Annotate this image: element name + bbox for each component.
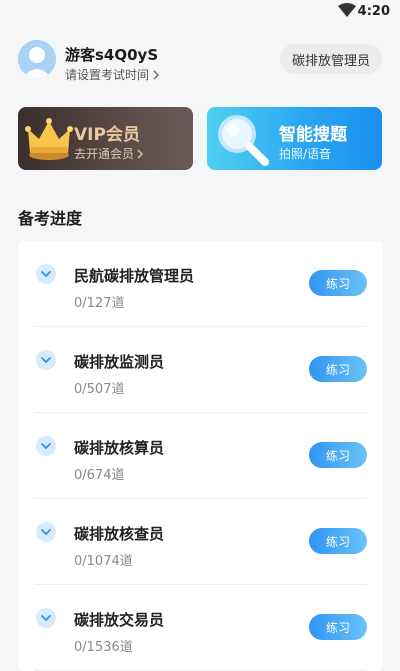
practice-button[interactable]: 练习 [309, 356, 367, 382]
status-time: 4:20 [357, 4, 390, 19]
list-item[interactable]: 民航碳排放管理员 0/127道 练习 [34, 241, 367, 327]
crown-icon [25, 118, 73, 160]
course-list: 民航碳排放管理员 0/127道 练习 碳排放监测员 0/507道 练习 碳排放核… [18, 241, 383, 671]
user-avatar-icon [18, 40, 56, 78]
course-name: 碳排放监测员 [74, 353, 165, 371]
list-item[interactable]: 碳排放监测员 0/507道 练习 [34, 327, 367, 413]
smart-search-title: 智能搜题 [279, 125, 347, 145]
expand-toggle[interactable] [36, 350, 56, 370]
course-progress: 0/674道 [74, 468, 125, 483]
role-select-button[interactable]: 碳排放管理员 [279, 44, 382, 74]
course-name: 碳排放核算员 [74, 439, 165, 457]
username: 游客s4Q0yS [65, 46, 159, 64]
magnifier-icon [218, 115, 269, 166]
chevron-down-icon [41, 529, 51, 536]
chevron-down-icon [41, 615, 51, 622]
feature-cards: VIP会员 去开通会员 智能搜题 拍照/语音 [0, 107, 400, 171]
chevron-right-icon [153, 70, 160, 79]
smart-search-card[interactable]: 智能搜题 拍照/语音 [207, 107, 382, 170]
vip-card[interactable]: VIP会员 去开通会员 [18, 107, 193, 170]
chevron-down-icon [41, 357, 51, 364]
expand-toggle[interactable] [36, 436, 56, 456]
practice-button[interactable]: 练习 [309, 442, 367, 468]
practice-button[interactable]: 练习 [309, 270, 367, 296]
vip-subtitle: 去开通会员 [74, 147, 135, 161]
list-item[interactable]: 碳排放核查员 0/1074道 练习 [34, 499, 367, 585]
course-name: 碳排放核查员 [74, 525, 165, 543]
course-progress: 0/1074道 [74, 554, 133, 569]
profile-header: 游客s4Q0yS 请设置考试时间 碳排放管理员 [0, 40, 400, 96]
expand-toggle[interactable] [36, 522, 56, 542]
section-title: 备考进度 [18, 209, 83, 228]
avatar[interactable] [18, 40, 56, 78]
course-progress: 0/127道 [74, 296, 125, 311]
exam-time-link[interactable]: 请设置考试时间 [65, 66, 160, 83]
practice-button[interactable]: 练习 [309, 614, 367, 640]
chevron-down-icon [41, 271, 51, 278]
chevron-right-icon [137, 149, 144, 158]
chevron-down-icon [41, 443, 51, 450]
smart-search-subtitle: 拍照/语音 [279, 147, 332, 161]
wifi-icon [338, 3, 356, 17]
expand-toggle[interactable] [36, 264, 56, 284]
vip-title: VIP会员 [74, 125, 140, 145]
vip-subtitle-row: 去开通会员 [74, 145, 144, 162]
exam-time-label: 请设置考试时间 [65, 68, 150, 82]
course-progress: 0/1536道 [74, 640, 133, 655]
list-item[interactable]: 碳排放交易员 0/1536道 练习 [34, 585, 367, 671]
course-name: 碳排放交易员 [74, 611, 165, 629]
list-item[interactable]: 碳排放核算员 0/674道 练习 [34, 413, 367, 499]
practice-button[interactable]: 练习 [309, 528, 367, 554]
status-bar: 4:20 [0, 0, 400, 24]
course-progress: 0/507道 [74, 382, 125, 397]
course-name: 民航碳排放管理员 [74, 267, 195, 285]
expand-toggle[interactable] [36, 608, 56, 628]
